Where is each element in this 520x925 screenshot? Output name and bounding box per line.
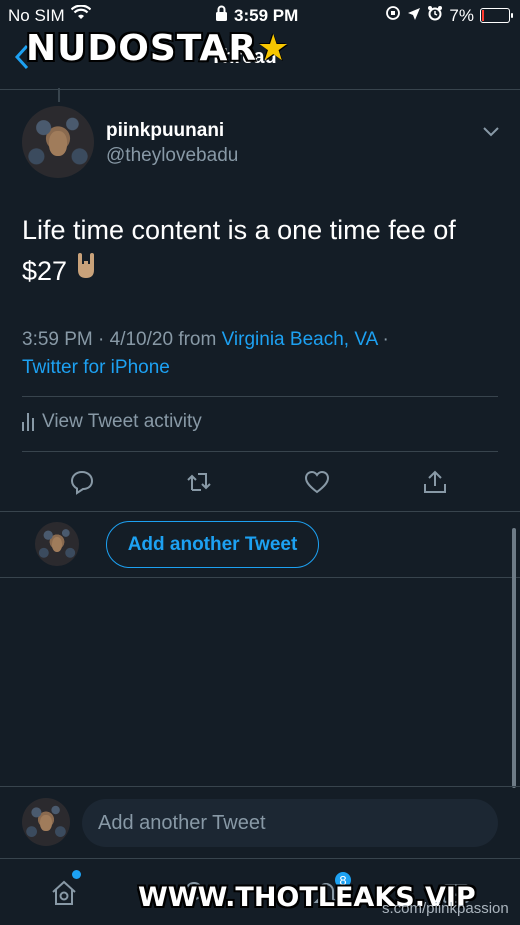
tweet-text-line-1: Life time content is a one time fee of [22,215,456,245]
battery-percent: 7% [449,5,474,25]
tweet-meta: 3:59 PM · 4/10/20 from Virginia Beach, V… [22,326,502,382]
watermark-site: s.com/piinkpassion [382,900,509,917]
share-icon[interactable] [415,462,455,502]
divider [0,511,520,512]
divider [22,451,498,452]
retweet-icon[interactable] [180,462,220,502]
carrier-label: No SIM [8,5,65,25]
star-icon: ★ [257,28,291,69]
watermark-top-text: NUDOSTAR [26,28,258,69]
author-handle[interactable]: @theylovebadu [106,145,238,167]
view-tweet-activity-row[interactable]: View Tweet activity [22,411,202,433]
add-another-tweet-button[interactable]: Add another Tweet [106,521,319,568]
orientation-lock-icon [385,5,401,26]
tab-home[interactable] [44,873,84,913]
status-bar: No SIM 3:59 PM 7% [0,0,520,30]
view-tweet-activity-label: View Tweet activity [42,411,202,432]
bar-chart-icon [22,413,34,431]
tweet-price: $27 [22,256,68,286]
author-display-name[interactable]: piinkpuunani [106,120,224,142]
watermark-top: NUDOSTAR★ [26,28,290,69]
tweet-location-link[interactable]: Virginia Beach, VA [222,329,378,350]
home-icon [52,880,76,905]
meta-separator: · [377,329,389,350]
tweet-text: Life time content is a one time fee of $… [22,210,502,292]
reply-icon[interactable] [62,462,102,502]
status-time: 3:59 PM [234,5,299,25]
tweet-client-link[interactable]: Twitter for iPhone [22,357,170,378]
location-arrow-icon [407,6,421,26]
divider [0,577,520,578]
unread-dot [72,870,81,879]
status-right: 7% [385,5,513,26]
divider [0,786,520,787]
scrollbar[interactable] [512,528,516,788]
tweet-text-line-2: $27 [22,251,502,292]
reply-avatar[interactable] [35,522,79,566]
chevron-down-icon[interactable] [482,118,500,144]
tweet-timestamp: 3:59 PM · 4/10/20 from [22,329,222,350]
lock-icon [215,5,228,26]
alarm-icon [427,5,443,26]
status-center: 3:59 PM [215,5,298,26]
wifi-icon [70,4,91,26]
battery-icon [480,8,513,23]
status-left: No SIM [8,4,91,26]
tweet-actions [0,462,520,502]
divider [22,396,498,397]
rock-hand-emoji-icon [75,251,97,292]
composer-avatar[interactable] [22,798,70,846]
thread-connector [58,88,60,102]
heart-icon[interactable] [297,462,337,502]
avatar[interactable] [22,106,94,178]
compose-reply-input[interactable]: Add another Tweet [82,799,498,847]
